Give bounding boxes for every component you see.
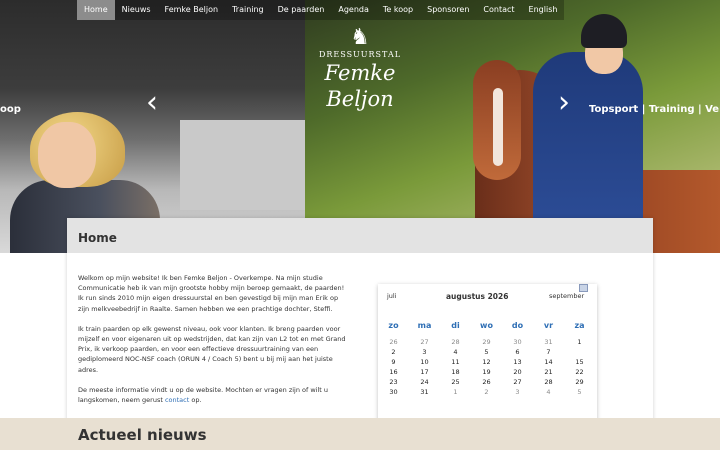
intro-paragraph: Ik train paarden op elk gewenst niveau, … [78,324,346,374]
horse-crest-icon: ♞ [350,25,370,50]
calendar-day[interactable]: 17 [409,367,440,377]
calendar-day[interactable]: 22 [564,367,595,377]
site-logo[interactable]: ♞ DRESSUURSTAL Femke Beljon [290,25,430,112]
calendar-icon[interactable] [579,284,588,292]
day-name: ma [417,321,432,330]
calendar-day[interactable]: 6 [502,347,533,357]
calendar-day[interactable]: 26 [378,337,409,347]
nav-item-te-koop[interactable]: Te koop [375,0,421,20]
calendar-day[interactable]: 27 [502,377,533,387]
logo-subtitle: DRESSUURSTAL [318,50,402,59]
contact-link[interactable]: contact [165,396,189,404]
calendar-day[interactable]: 26 [471,377,502,387]
calendar-day[interactable]: 12 [471,357,502,367]
calendar-day[interactable]: 23 [378,377,409,387]
logo-title: Femke Beljon [324,61,396,111]
calendar-day-names: zo ma di wo do vr za [378,319,597,337]
calendar-day[interactable]: 25 [440,377,471,387]
calendar-widget: juli augustus 2026 september zo ma di wo… [378,284,597,433]
calendar-day[interactable]: 2 [378,347,409,357]
calendar-day[interactable]: 18 [440,367,471,377]
calendar-day[interactable]: 31 [409,387,440,397]
day-name: zo [388,321,399,330]
nav-item-contact[interactable]: Contact [476,0,522,20]
calendar-current-month: augustus 2026 [446,292,509,301]
news-section: Actueel nieuws [0,418,720,450]
calendar-day[interactable]: 27 [409,337,440,347]
nav-item-training[interactable]: Training [225,0,271,20]
main-nav: Home Nieuws Femke Beljon Training De paa… [77,0,565,20]
intro-text: Welkom op mijn website! Ik ben Femke Bel… [78,273,346,415]
chevron-right-icon[interactable]: › [552,88,576,118]
calendar-day[interactable] [564,347,595,357]
nav-item-agenda[interactable]: Agenda [331,0,376,20]
nav-item-english[interactable]: English [521,0,565,20]
calendar-day[interactable]: 15 [564,357,595,367]
page-title: Home [78,231,117,245]
calendar-day[interactable]: 29 [564,377,595,387]
calendar-week-row: 9 10 11 12 13 14 15 [378,357,597,367]
day-name: di [451,321,460,330]
day-name: vr [543,321,554,330]
calendar-week-row: 16 17 18 19 20 21 22 [378,367,597,377]
calendar-day[interactable]: 16 [378,367,409,377]
nav-item-home[interactable]: Home [77,0,115,20]
calendar-day[interactable]: 20 [502,367,533,377]
calendar-day[interactable]: 5 [471,347,502,357]
calendar-day[interactable]: 9 [378,357,409,367]
content-card: Home Welkom op mijn website! Ik ben Femk… [67,218,653,450]
calendar-week-row: 234567 [378,347,597,357]
day-name: za [574,321,585,330]
calendar-prev-month[interactable]: juli [387,292,397,300]
chevron-left-icon[interactable]: ‹ [140,88,164,118]
slide-caption-right: Topsport | Training | Verko [589,104,720,115]
calendar-day[interactable]: 3 [502,387,533,397]
day-name: wo [480,321,493,330]
calendar-week-row: 23 24 25 26 27 28 29 [378,377,597,387]
nav-item-de-paarden[interactable]: De paarden [270,0,332,20]
calendar-day[interactable]: 21 [533,367,564,377]
day-name: do [511,321,524,330]
calendar-day[interactable]: 24 [409,377,440,387]
news-title: Actueel nieuws [78,426,207,444]
calendar-day[interactable]: 4 [440,347,471,357]
calendar-day[interactable]: 2 [471,387,502,397]
calendar-day[interactable]: 19 [471,367,502,377]
calendar-day[interactable]: 29 [471,337,502,347]
calendar-grid: zo ma di wo do vr za 26 27 28 29 30 31 1 2 3 4 5 6 7… [378,319,597,397]
slide-caption-left: oop [0,104,21,115]
calendar-day[interactable]: 11 [440,357,471,367]
calendar-day[interactable]: 13 [502,357,533,367]
calendar-day[interactable]: 5 [564,387,595,397]
calendar-week-row: 26 27 28 29 30 31 1 [378,337,597,347]
nav-item-sponsoren[interactable]: Sponsoren [420,0,477,20]
calendar-day[interactable]: 28 [533,377,564,387]
calendar-day[interactable]: 1 [440,387,471,397]
calendar-week-row: 30 31 1 2 3 4 5 [378,387,597,397]
calendar-day[interactable]: 28 [440,337,471,347]
calendar-day[interactable]: 31 [533,337,564,347]
card-header: Home [67,218,653,253]
calendar-day[interactable]: 1 [564,337,595,347]
calendar-day[interactable]: 14 [533,357,564,367]
intro-paragraph: Welkom op mijn website! Ik ben Femke Bel… [78,274,345,313]
calendar-day[interactable]: 30 [502,337,533,347]
calendar-day[interactable]: 30 [378,387,409,397]
calendar-day[interactable]: 10 [409,357,440,367]
intro-paragraph: De meeste informatie vindt u op de websi… [78,385,329,405]
nav-item-nieuws[interactable]: Nieuws [114,0,158,20]
slide-photo-left [0,0,305,253]
calendar-day[interactable]: 3 [409,347,440,357]
nav-item-femke-beljon[interactable]: Femke Beljon [157,0,226,20]
calendar-next-month[interactable]: september [549,292,584,300]
calendar-day[interactable]: 7 [533,347,564,357]
calendar-day[interactable]: 4 [533,387,564,397]
